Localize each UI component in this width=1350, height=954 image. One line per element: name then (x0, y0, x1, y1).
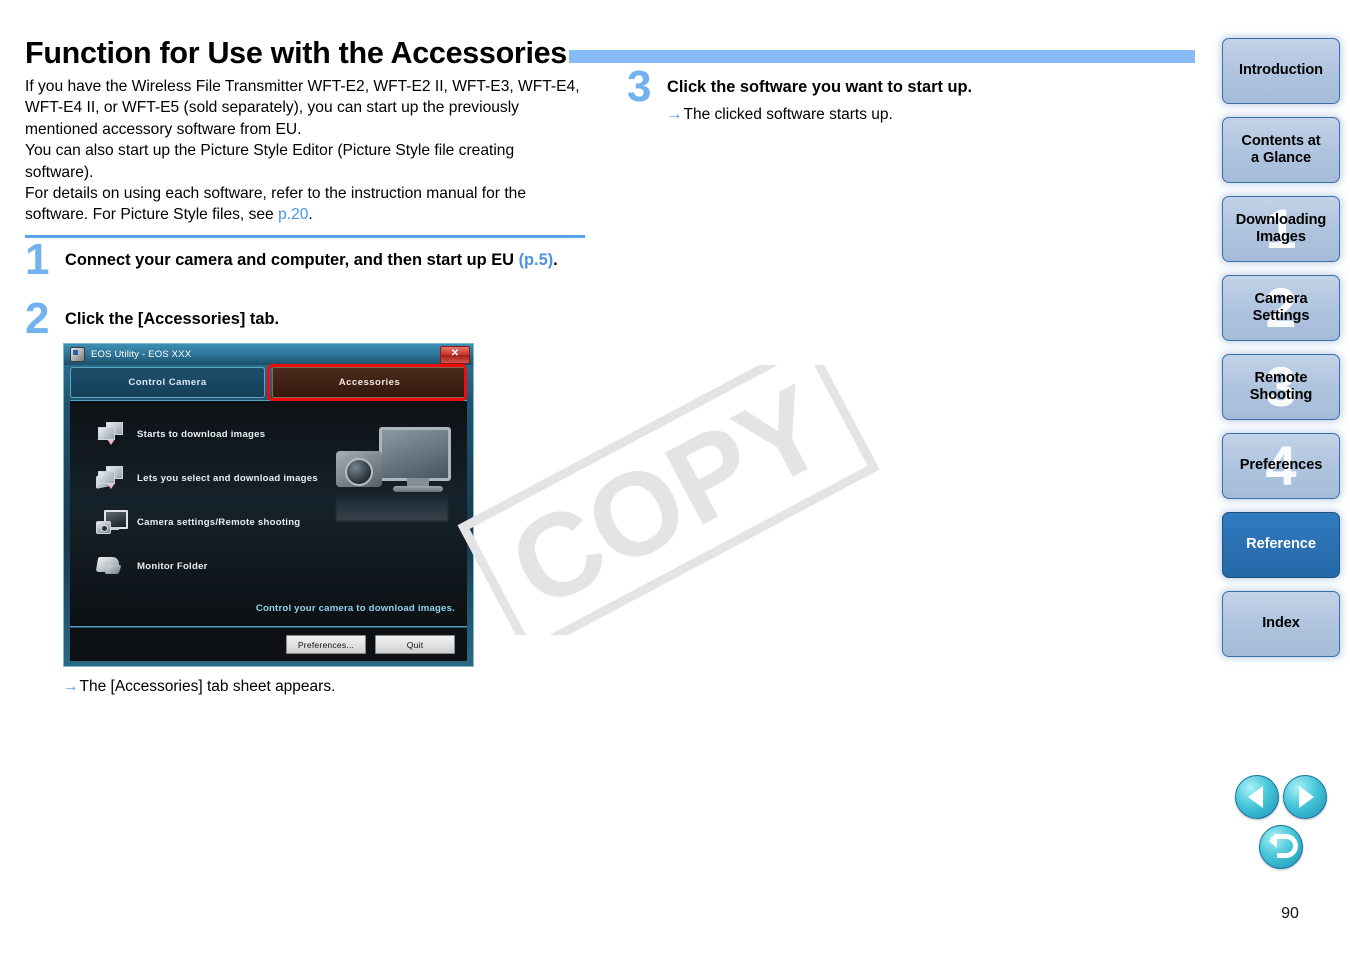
eos-item-camera-settings-remote-shooting[interactable]: Camera settings/Remote shooting (96, 509, 300, 535)
result-arrow-icon: → (63, 678, 79, 695)
close-icon[interactable]: ✕ (440, 346, 470, 364)
eos-footer-divider (70, 626, 467, 627)
monitor-folder-icon (95, 553, 126, 579)
page-number: 90 (1281, 905, 1299, 922)
step-3-number: 3 (627, 62, 652, 111)
intro-paragraph-3: For details on using each software, refe… (25, 183, 585, 226)
sidebar-item-label: Preferences (1239, 457, 1323, 474)
step-1-heading-end: . (553, 251, 558, 269)
step-2-heading: Click the [Accessories] tab. (65, 310, 280, 328)
camera-remote-shooting-icon (96, 509, 128, 535)
preferences-button[interactable]: Preferences... (286, 635, 366, 654)
step-3-result-text: The clicked software starts up. (683, 106, 893, 123)
quit-button[interactable]: Quit (375, 635, 455, 654)
page-header: Function for Use with the Accessories (25, 32, 1195, 74)
step-2: 2 Click the [Accessories] tab. (25, 297, 625, 341)
step-3: 3 Click the software you want to start u… (627, 65, 1237, 125)
section-divider (25, 235, 585, 238)
intro-paragraph-2: You can also start up the Picture Style … (25, 142, 515, 181)
link-p20[interactable]: p.20 (278, 206, 308, 223)
eos-item-label: Monitor Folder (137, 560, 208, 572)
title-rule (568, 49, 1195, 63)
eos-item-monitor-folder[interactable]: Monitor Folder (95, 553, 208, 579)
eos-item-label: Camera settings/Remote shooting (137, 516, 301, 528)
page-root: Function for Use with the Accessories If… (0, 0, 1350, 954)
eos-item-download-images[interactable]: Starts to download images (96, 421, 265, 447)
next-page-button[interactable] (1283, 775, 1327, 819)
intro-paragraph-3-text: For details on using each software, refe… (25, 185, 526, 224)
sidebar-item-preferences[interactable]: 4 Preferences (1222, 433, 1340, 499)
sidebar-item-label: Remote Shooting (1249, 369, 1313, 404)
eos-item-label: Starts to download images (137, 428, 266, 440)
intro-paragraph-1: If you have the Wireless File Transmitte… (25, 78, 580, 138)
step-2-number: 2 (25, 294, 50, 343)
sidebar-item-index[interactable]: Index (1222, 591, 1340, 657)
svg-text:COPY: COPY (490, 365, 847, 634)
sidebar-item-label: Camera Settings (1252, 290, 1310, 325)
intro-paragraph-3-end: . (308, 206, 313, 224)
accessories-tab-highlight (267, 364, 467, 401)
eos-footer: Preferences... Quit (70, 628, 467, 661)
page-navigation-buttons (1235, 775, 1335, 875)
sidebar-item-label: Introduction (1239, 62, 1323, 79)
sidebar-item-camera-settings[interactable]: 2 Camera Settings (1222, 275, 1340, 341)
camera-monitor-artwork (336, 427, 451, 527)
step-3-heading: Click the software you want to start up. (667, 78, 973, 96)
step-1-heading-text: Connect your camera and computer, and th… (65, 251, 519, 269)
sidebar-item-contents-at-a-glance[interactable]: Contents at a Glance (1222, 117, 1340, 183)
eos-item-select-download-images[interactable]: Lets you select and download images (96, 465, 318, 491)
step-1: 1 Connect your camera and computer, and … (25, 238, 625, 282)
sidebar-item-label: Downloading Images (1235, 211, 1327, 246)
eos-tagline: Control your camera to download images. (255, 603, 455, 614)
step-2-result-text: The [Accessories] tab sheet appears. (79, 678, 336, 695)
tab-control-camera[interactable]: Control Camera (70, 367, 265, 398)
eos-app-icon (70, 347, 85, 362)
sidebar-item-introduction[interactable]: Introduction (1222, 38, 1340, 104)
step-3-result: →The clicked software starts up. (667, 104, 1237, 125)
sidebar-navigation: Introduction Contents at a Glance 1 Downl… (1222, 38, 1342, 670)
sidebar-item-label: Index (1262, 615, 1300, 632)
sidebar-item-remote-shooting[interactable]: 3 Remote Shooting (1222, 354, 1340, 420)
eos-utility-screenshot: EOS Utility - EOS XXX ✕ Control Camera A… (63, 343, 474, 667)
step-1-number: 1 (25, 235, 50, 284)
left-column: If you have the Wireless File Transmitte… (25, 76, 585, 226)
eos-window-title: EOS Utility - EOS XXX (91, 349, 192, 360)
sidebar-item-label: Reference (1246, 536, 1316, 553)
sidebar-item-downloading-images[interactable]: 1 Downloading Images (1222, 196, 1340, 262)
step-2-result: →The [Accessories] tab sheet appears. (63, 676, 335, 697)
eos-titlebar: EOS Utility - EOS XXX ✕ (64, 344, 473, 365)
link-p5[interactable]: (p.5) (519, 251, 554, 269)
previous-page-button[interactable] (1235, 775, 1279, 819)
download-images-icon (96, 421, 126, 447)
result-arrow-icon: → (667, 106, 683, 123)
page-title: Function for Use with the Accessories (25, 35, 567, 70)
select-download-images-icon (96, 465, 126, 491)
back-button[interactable] (1259, 825, 1303, 869)
step-1-heading: Connect your camera and computer, and th… (65, 249, 625, 271)
eos-item-label: Lets you select and download images (137, 472, 318, 484)
sidebar-item-label: Contents at a Glance (1241, 132, 1321, 167)
sidebar-item-reference[interactable]: Reference (1222, 512, 1340, 578)
eos-dialog-body: Starts to download images Lets you selec… (70, 401, 467, 626)
copy-watermark: COPY (455, 365, 885, 635)
